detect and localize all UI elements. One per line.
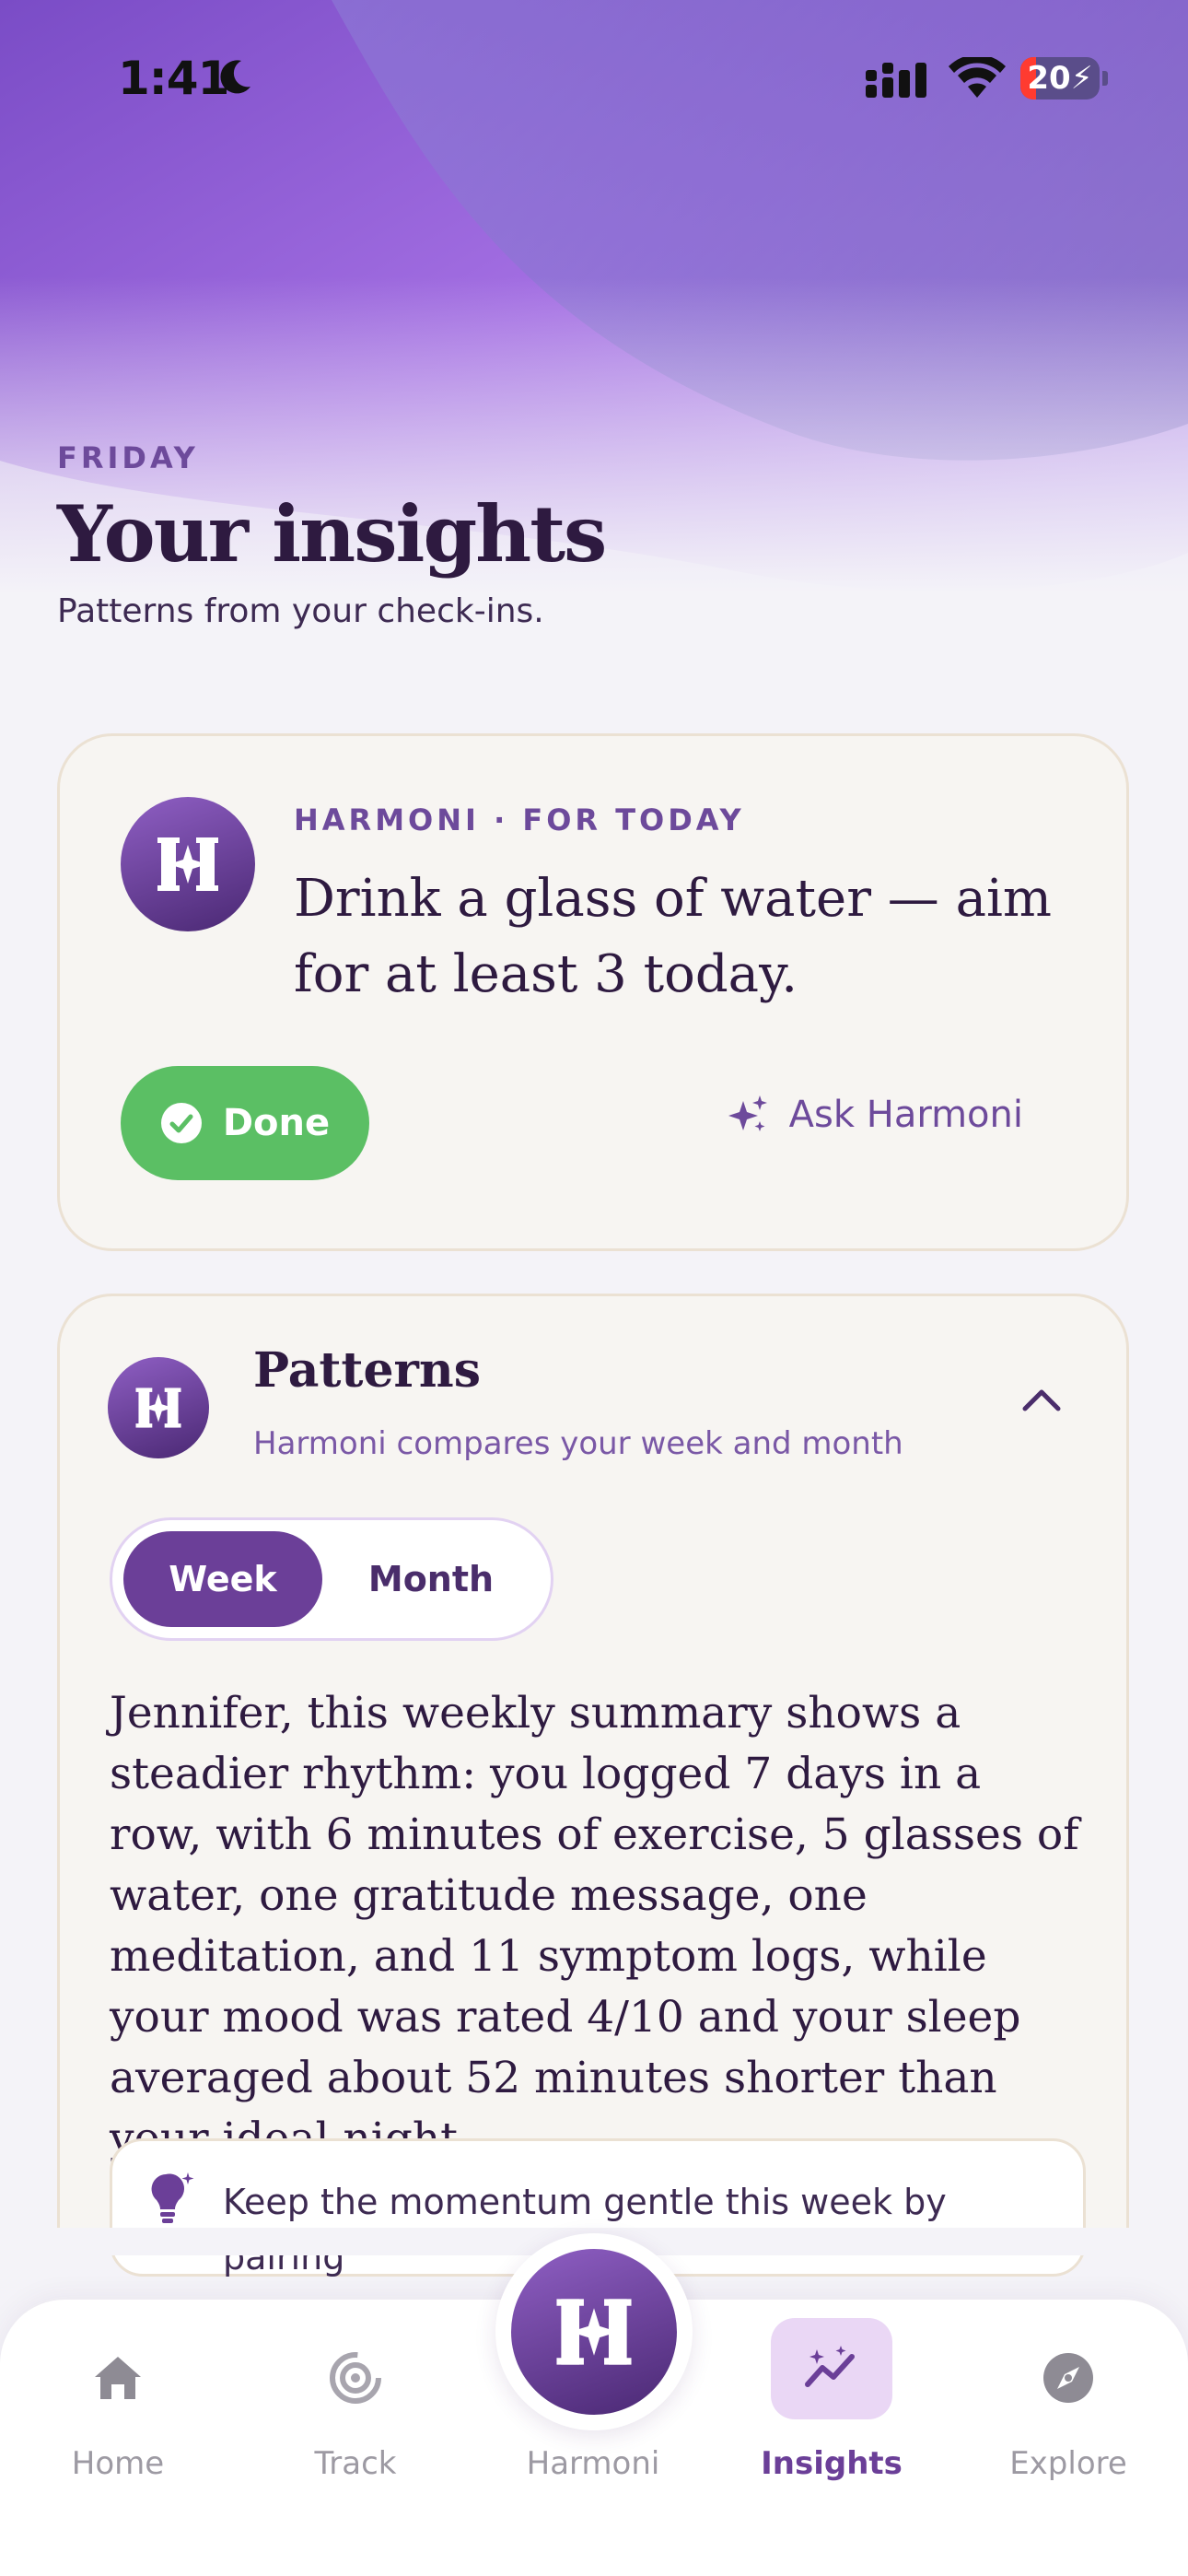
patterns-card: Patterns Harmoni compares your week and …: [57, 1294, 1129, 2277]
wifi-icon: [949, 57, 1006, 98]
harmoni-avatar-small: [108, 1357, 209, 1458]
harmoni-avatar: [121, 797, 255, 931]
compass-icon: [1043, 2353, 1093, 2403]
tab-insights-label: Insights: [761, 2445, 903, 2482]
tab-explore-label: Explore: [1009, 2445, 1127, 2482]
done-label: Done: [222, 1102, 331, 1144]
tip-text: Drink a glass of water — aim for at leas…: [294, 869, 1052, 1004]
status-time: 1:41: [118, 52, 229, 105]
cellular-signal-icon: [866, 63, 926, 98]
page-header: FRIDAY Your insights Patterns from your …: [57, 440, 607, 630]
period-segmented-control: Week Month: [110, 1517, 553, 1641]
tab-home-label: Home: [71, 2445, 165, 2482]
weekly-summary-text: Jennifer, this weekly summary shows a st…: [110, 1688, 1079, 2164]
ask-harmoni-label: Ask Harmoni: [788, 1094, 1023, 1136]
day-label: FRIDAY: [57, 440, 199, 475]
page-title: Your insights: [57, 488, 607, 580]
page-subtitle: Patterns from your check-ins.: [57, 592, 544, 630]
tip-label: HARMONI · FOR TODAY: [294, 802, 745, 837]
lightbulb-icon: [151, 2172, 194, 2223]
today-tip-card: HARMONI · FOR TODAY Drink a glass of wat…: [57, 733, 1129, 1251]
track-icon: [330, 2352, 381, 2404]
home-icon: [95, 2357, 141, 2399]
sparkle-icon: [728, 1095, 767, 1131]
tab-harmoni-label: Harmoni: [526, 2445, 660, 2482]
battery-indicator: 20⚡: [1020, 57, 1109, 100]
harmoni-logo-icon: [556, 2299, 632, 2365]
tab-track-label: Track: [314, 2445, 397, 2482]
tab-month[interactable]: Month: [330, 1531, 532, 1627]
status-bar: 1:41 20⚡: [0, 0, 1188, 157]
insights-icon: [805, 2346, 855, 2387]
moon-icon: [220, 60, 250, 94]
tab-week[interactable]: Week: [123, 1531, 322, 1627]
harmoni-fab-avatar: [511, 2249, 677, 2415]
harmoni-logo-icon: [157, 837, 218, 891]
patterns-subtitle: Harmoni compares your week and month: [253, 1425, 903, 1462]
harmoni-logo-icon: [135, 1388, 181, 1428]
battery-level: 20: [1027, 60, 1071, 97]
chevron-up-icon[interactable]: [1021, 1387, 1062, 1414]
check-circle-icon: [160, 1103, 202, 1143]
harmoni-center-button[interactable]: [495, 2233, 693, 2430]
done-button[interactable]: Done: [121, 1066, 369, 1180]
ask-harmoni-button[interactable]: Ask Harmoni: [727, 1094, 1023, 1136]
patterns-title: Patterns: [253, 1342, 481, 1399]
